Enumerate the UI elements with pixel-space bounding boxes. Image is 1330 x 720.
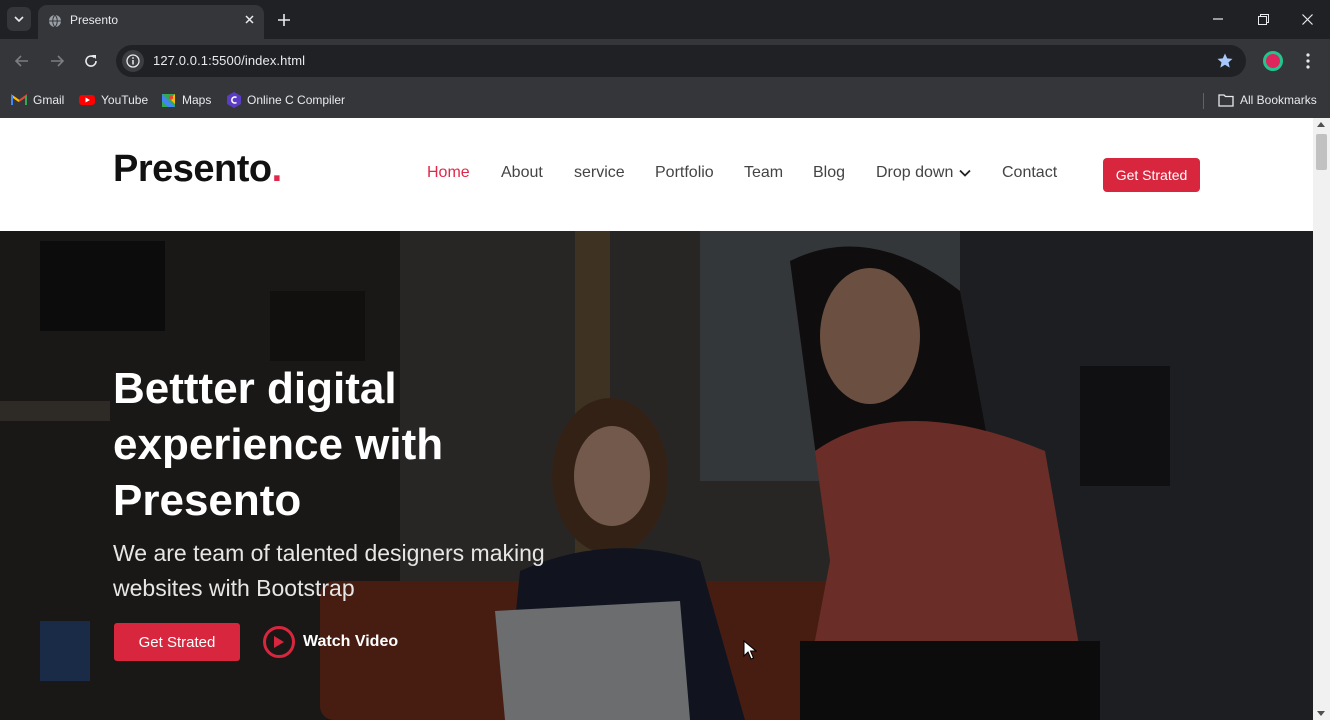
compiler-icon	[227, 92, 241, 108]
all-bookmarks-label: All Bookmarks	[1240, 93, 1317, 107]
hero-subtitle: We are team of talented designers making…	[113, 536, 613, 606]
maps-icon	[162, 93, 175, 107]
bookmark-online-c-compiler[interactable]: Online C Compiler	[227, 89, 345, 111]
browser-tab[interactable]: Presento	[38, 5, 264, 39]
close-tab-button[interactable]	[241, 11, 257, 27]
close-window-button[interactable]	[1297, 9, 1317, 29]
nav-dropdown-label: Drop down	[876, 164, 954, 181]
site-header: Presento. Home About service Portfolio T…	[0, 118, 1313, 231]
bookmark-label: Gmail	[33, 93, 65, 107]
hero-title: Bettter digital experience with Presento	[113, 361, 633, 529]
reload-button[interactable]	[81, 51, 101, 71]
mouse-cursor-icon	[743, 640, 757, 660]
minimize-icon	[1213, 18, 1223, 20]
nav-service[interactable]: service	[574, 164, 625, 182]
url-text: 127.0.0.1:5500/index.html	[153, 53, 306, 68]
bookmark-label: YouTube	[101, 93, 149, 107]
youtube-icon	[79, 95, 95, 105]
bookmark-star-icon[interactable]	[1216, 52, 1234, 70]
browser-toolbar: 127.0.0.1:5500/index.html	[0, 39, 1330, 83]
nav-team[interactable]: Team	[744, 164, 783, 182]
restore-button[interactable]	[1253, 9, 1273, 29]
nav-home[interactable]: Home	[427, 164, 470, 182]
minimize-button[interactable]	[1208, 9, 1228, 29]
tab-strip: Presento	[0, 0, 1330, 39]
hero-get-started-button[interactable]: Get Strated	[114, 623, 240, 661]
profile-avatar[interactable]	[1263, 51, 1283, 71]
nav-dropdown[interactable]: Drop down	[876, 164, 972, 182]
plus-icon	[278, 14, 290, 26]
site-info-button[interactable]	[122, 50, 144, 72]
globe-icon	[49, 14, 61, 28]
scroll-down-arrow-icon[interactable]	[1317, 711, 1325, 716]
tab-search-button[interactable]	[7, 7, 31, 31]
arrow-right-icon	[51, 55, 64, 67]
nav-portfolio[interactable]: Portfolio	[655, 164, 714, 182]
all-bookmarks-button[interactable]: All Bookmarks	[1218, 89, 1317, 111]
scroll-up-arrow-icon[interactable]	[1317, 122, 1325, 127]
tab-title: Presento	[70, 13, 119, 27]
header-get-started-button[interactable]: Get Strated	[1103, 158, 1200, 192]
gmail-icon	[11, 94, 27, 105]
bookmark-gmail[interactable]: Gmail	[11, 89, 64, 111]
logo-dot: .	[271, 148, 283, 190]
nav-blog[interactable]: Blog	[813, 164, 845, 182]
scroll-thumb[interactable]	[1316, 134, 1327, 170]
back-button[interactable]	[12, 51, 32, 71]
site-logo[interactable]: Presento.	[113, 148, 282, 191]
restore-icon	[1257, 13, 1269, 25]
hero-section: Bettter digital experience with Presento…	[0, 231, 1313, 720]
page-scrollbar[interactable]	[1313, 118, 1330, 720]
page-viewport: Presento. Home About service Portfolio T…	[0, 118, 1313, 720]
nav-contact[interactable]: Contact	[1002, 164, 1057, 182]
close-icon	[244, 14, 254, 24]
watch-video-button[interactable]: Watch Video	[263, 625, 398, 659]
folder-icon	[1218, 93, 1234, 107]
hero-title-line2: experience with	[113, 420, 444, 469]
more-vertical-icon	[1306, 53, 1310, 69]
chevron-down-icon	[14, 16, 24, 22]
info-icon	[126, 54, 140, 68]
watch-video-label: Watch Video	[303, 633, 399, 650]
hero-title-line3: Presento	[113, 476, 302, 525]
hero-subtitle-line1: We are team of talented designers making	[113, 540, 545, 566]
reload-icon	[85, 55, 97, 67]
forward-button[interactable]	[47, 51, 67, 71]
bookmark-maps[interactable]: Maps	[161, 89, 211, 111]
bookmark-label: Online C Compiler	[247, 93, 346, 107]
bookmark-youtube[interactable]: YouTube	[79, 89, 148, 111]
hero-subtitle-line2: websites with Bootstrap	[113, 575, 355, 601]
hero-title-line1: Bettter digital	[113, 364, 397, 413]
address-bar[interactable]: 127.0.0.1:5500/index.html	[116, 45, 1246, 77]
nav-about[interactable]: About	[501, 164, 543, 182]
logo-text: Presento	[113, 148, 272, 190]
browser-menu-button[interactable]	[1300, 51, 1316, 71]
arrow-left-icon	[15, 55, 28, 67]
chevron-down-icon	[959, 169, 972, 177]
bookmarks-separator	[1203, 93, 1204, 109]
bookmarks-bar: Gmail YouTube Maps Online C Compiler All…	[0, 83, 1330, 118]
close-icon	[1301, 13, 1313, 25]
new-tab-button[interactable]	[274, 10, 294, 30]
play-icon	[263, 626, 295, 658]
bookmark-label: Maps	[182, 93, 212, 107]
